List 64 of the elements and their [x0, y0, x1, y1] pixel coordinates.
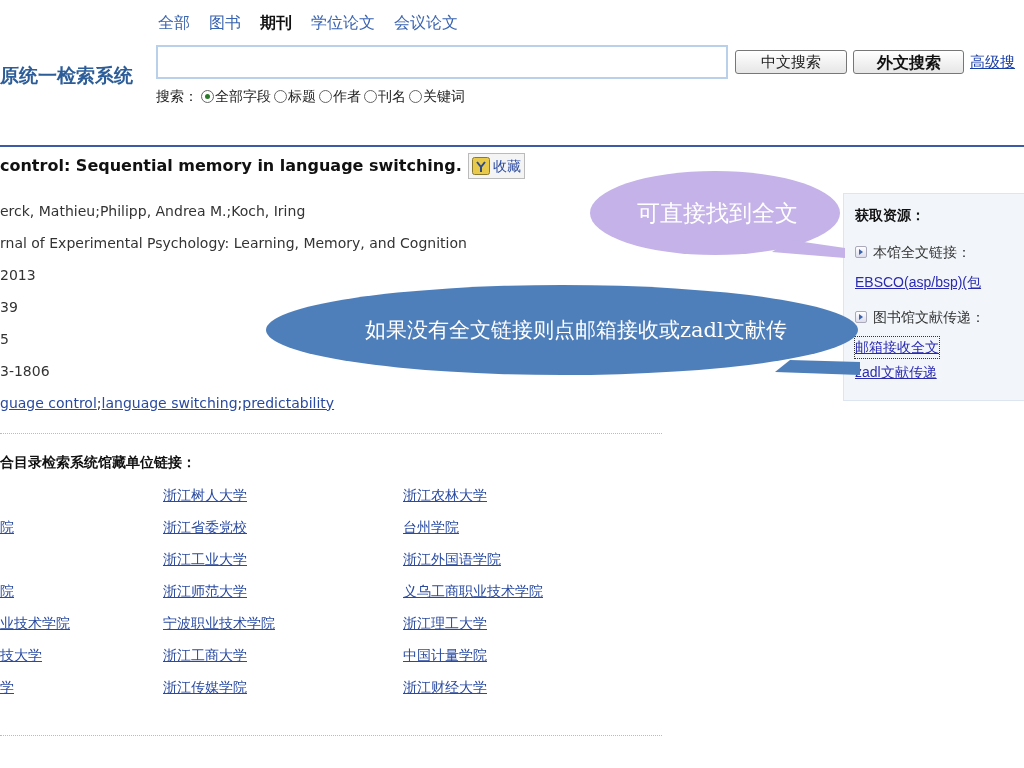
library-link[interactable]: 浙江理工大学	[403, 614, 487, 631]
resource-link[interactable]: 邮箱接收全文	[855, 337, 939, 358]
library-link[interactable]: 浙江树人大学	[163, 486, 247, 503]
play-icon	[855, 246, 867, 258]
field-value: 3-1806	[0, 361, 50, 381]
library-link[interactable]: 浙江工业大学	[163, 550, 247, 567]
library-link[interactable]: 浙江省委党校	[163, 518, 247, 535]
library-link[interactable]: 浙江传媒学院	[163, 678, 247, 695]
radio-label: 标题	[288, 87, 316, 106]
separator-text: ;	[96, 393, 102, 413]
keyword-link[interactable]: predictability	[242, 392, 335, 414]
library-link[interactable]: 宁波职业技术学院	[163, 614, 275, 631]
chinese-search-button[interactable]: 中文搜索	[735, 50, 847, 74]
radio-button[interactable]	[201, 90, 214, 103]
radio-button[interactable]	[364, 90, 377, 103]
field-value: 5	[0, 329, 9, 349]
record-title: control: Sequential memory in language switching.	[0, 155, 462, 177]
library-link[interactable]: 浙江外国语学院	[403, 550, 501, 567]
favorite-button[interactable]: 收藏	[467, 153, 525, 179]
panel-heading: 获取资源：	[855, 206, 925, 225]
separator-text: ;	[237, 393, 243, 413]
search-field[interactable]	[156, 45, 728, 79]
keyword-link[interactable]: language switching	[101, 392, 238, 414]
advanced-search-link[interactable]: 高级搜	[970, 50, 1015, 74]
field-value: rnal of Experimental Psychology: Learning, Memory, and Cognition	[0, 233, 467, 253]
library-link[interactable]: 业技术学院	[0, 614, 70, 631]
library-link[interactable]: 浙江财经大学	[403, 678, 487, 695]
library-link[interactable]: 学	[0, 678, 14, 695]
play-icon	[855, 311, 867, 323]
tree-icon	[471, 157, 490, 175]
section-label: 图书馆文献传递：	[873, 307, 985, 327]
radio-label: 关键词	[423, 87, 465, 106]
field-value: 39	[0, 297, 18, 317]
category-tab[interactable]: 全部	[158, 11, 190, 35]
section-label: 本馆全文链接：	[873, 242, 971, 262]
library-link[interactable]: 技大学	[0, 646, 42, 663]
library-link[interactable]: 中国计量学院	[403, 646, 487, 663]
category-tab[interactable]: 图书	[209, 11, 241, 35]
radio-label: 作者	[333, 87, 361, 106]
radio-label: 全部字段	[215, 87, 271, 106]
resource-link[interactable]: EBSCO(asp/bsp)(包	[855, 272, 982, 293]
callout-text: 如果没有全文链接则点邮箱接收或zadl文献传	[365, 317, 787, 344]
library-link[interactable]: 院	[0, 582, 14, 599]
library-link[interactable]: 台州学院	[403, 518, 459, 535]
site-logo[interactable]: 原统一检索系统	[0, 62, 156, 91]
radio-button[interactable]	[319, 90, 332, 103]
library-link[interactable]: 义乌工商职业技术学院	[403, 582, 543, 599]
category-tab[interactable]: 学位论文	[311, 11, 375, 35]
radio-label: 刊名	[378, 87, 406, 106]
field-value: erck, Mathieu;Philipp, Andrea M.;Koch, Iring	[0, 201, 306, 221]
search-scope-label: 搜索：	[156, 87, 198, 106]
library-link[interactable]: 浙江师范大学	[163, 582, 247, 599]
radio-button[interactable]	[409, 90, 422, 103]
category-tab[interactable]: 会议论文	[394, 11, 458, 35]
category-tab[interactable]: 期刊	[260, 11, 292, 35]
library-link[interactable]: 浙江农林大学	[403, 486, 487, 503]
keyword-link[interactable]: guage control	[0, 392, 97, 414]
holdings-heading: 合目录检索系统馆藏单位链接：	[0, 453, 197, 472]
callout-text: 可直接找到全文	[637, 199, 798, 228]
library-link[interactable]: 院	[0, 518, 14, 535]
foreign-search-button[interactable]: 外文搜索	[853, 50, 964, 74]
library-link[interactable]: 浙江工商大学	[163, 646, 247, 663]
field-value: 2013	[0, 265, 36, 285]
radio-button[interactable]	[274, 90, 287, 103]
